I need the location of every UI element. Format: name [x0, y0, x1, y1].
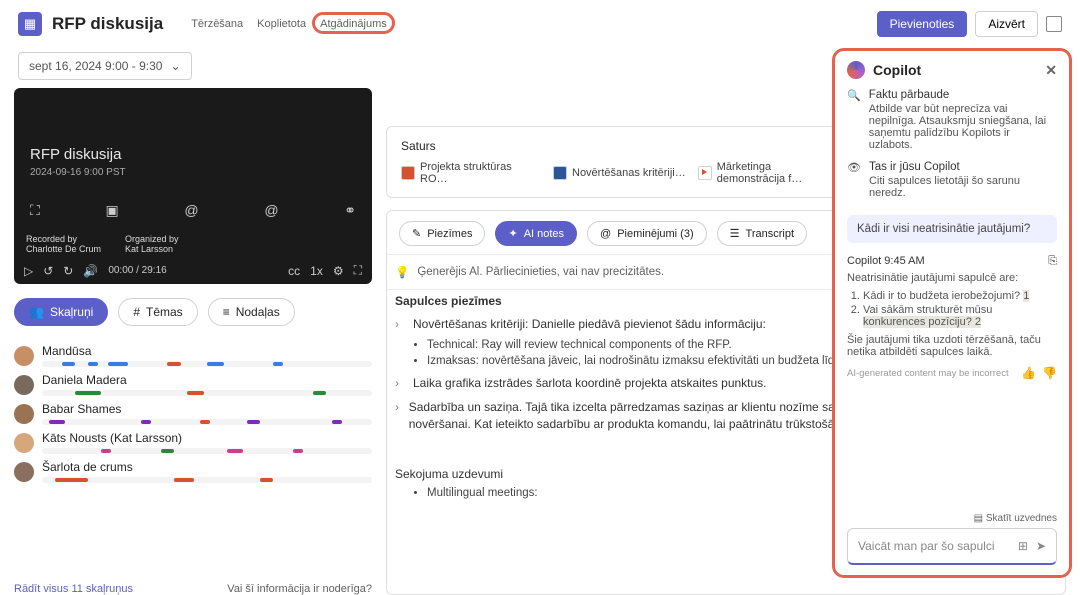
video-file-icon — [698, 166, 712, 180]
play-icon[interactable]: ▷ — [24, 264, 33, 278]
people-icon: ⚭ — [344, 202, 356, 219]
video-time: 00:00 / 29:16 — [108, 265, 166, 276]
tab-mentions[interactable]: @ Pieminējumi (3) — [587, 221, 707, 246]
join-button[interactable]: Pievienoties — [877, 11, 968, 37]
speaker-tabs: 👥Skaļruņi # Tēmas ≡ Nodaļas — [14, 298, 372, 326]
tab-ai-notes[interactable]: ✦ AI notes — [495, 221, 577, 246]
tab-speakers[interactable]: 👥Skaļruņi — [14, 298, 108, 326]
copilot-suggestion[interactable]: Kādi ir visi neatrisinātie jautājumi? — [847, 215, 1057, 243]
date-select[interactable]: sept 16, 2024 9:00 - 9:30 ⌄ — [18, 52, 192, 80]
video-marker-icon: ▣ — [106, 202, 119, 219]
avatar — [14, 375, 34, 395]
tab-chat[interactable]: Tērzēšana — [191, 18, 243, 30]
video-marker-icon: ⛶ — [30, 202, 40, 219]
avatar — [14, 404, 34, 424]
speaker-timeline — [42, 448, 372, 454]
speakers-list: Mandūsa Daniela Madera Babar Shames Kāts… — [14, 342, 372, 485]
volume-icon[interactable]: 🔊 — [83, 264, 98, 278]
speed-control[interactable]: 1x — [310, 264, 323, 278]
answer-item: Vai sākām strukturēt mūsu konkurences po… — [863, 304, 1057, 328]
speaker-timeline — [42, 477, 372, 483]
avatar — [14, 433, 34, 453]
reference-badge[interactable]: 1 — [1023, 290, 1029, 302]
close-icon[interactable]: ✕ — [1045, 62, 1057, 79]
file-item[interactable]: Mārketinga demonstrācija f… — [698, 161, 838, 185]
speaker-row[interactable]: Kāts Nousts (Kat Larsson) — [14, 429, 372, 456]
close-button[interactable]: Aizvērt — [975, 11, 1038, 37]
send-icon[interactable]: ➤ — [1036, 539, 1046, 553]
mention-icon: @ — [264, 202, 278, 219]
file-item[interactable]: Novērtēšanas kritēriji… — [553, 161, 686, 185]
date-value: sept 16, 2024 9:00 - 9:30 — [29, 59, 162, 73]
content-title: Saturs — [401, 139, 436, 153]
tab-topics[interactable]: # Tēmas — [118, 298, 197, 326]
copilot-placeholder: Vaicāt man par šo sapulci — [858, 539, 995, 553]
left-column: RFP diskusija 2024-09-16 9:00 PST ⛶ ▣ @ … — [14, 88, 372, 595]
reference-badge[interactable]: 2 — [975, 316, 981, 328]
organized-by-label: Organized by — [125, 234, 179, 244]
mention-icon: @ — [184, 202, 198, 219]
view-prompts-link[interactable]: ▤ Skatīt uzvednes — [847, 513, 1057, 524]
copilot-icon — [847, 61, 865, 79]
popout-icon[interactable] — [1046, 16, 1062, 32]
video-title: RFP diskusija — [30, 146, 362, 163]
organized-by-value: Kat Larsson — [125, 244, 179, 254]
speaker-row[interactable]: Babar Shames — [14, 400, 372, 427]
video-date: 2024-09-16 9:00 PST — [30, 167, 362, 178]
captions-icon[interactable]: cc — [288, 264, 300, 278]
people-icon: 👥 — [29, 305, 44, 319]
ai-disclaimer: AI-generated content may be incorrect — [847, 368, 1009, 379]
settings-icon[interactable]: ⚙ — [333, 264, 344, 278]
thumbs-down-icon[interactable]: 👎 — [1042, 366, 1057, 380]
feedback-link[interactable]: Vai šī informācija ir noderīga? — [227, 583, 372, 595]
file-item[interactable]: Projekta struktūras RO… — [401, 161, 541, 185]
tab-shared[interactable]: Koplietota — [257, 18, 306, 30]
tab-notes[interactable]: ✎ Piezīmes — [399, 221, 485, 246]
chevron-right-icon[interactable]: › — [395, 316, 405, 333]
chevron-down-icon: ⌄ — [170, 59, 180, 73]
speaker-timeline — [42, 419, 372, 425]
fullscreen-icon[interactable]: ⛶ — [354, 263, 362, 278]
avatar — [14, 462, 34, 482]
search-icon: 🔍 — [847, 89, 861, 151]
answer-item: Kādi ir to budžeta ierobežojumi? 1 — [863, 290, 1057, 302]
tab-chapters[interactable]: ≡ Nodaļas — [208, 298, 295, 326]
speaker-timeline — [42, 361, 372, 367]
copilot-timestamp: Copilot 9:45 AM — [847, 255, 925, 268]
copy-icon[interactable]: ⎘ — [1048, 255, 1057, 268]
show-all-speakers[interactable]: Rādīt visus 11 skaļruņus — [14, 583, 133, 595]
avatar — [14, 346, 34, 366]
copilot-panel: Copilot ✕ 🔍Faktu pārbaudeAtbilde var būt… — [832, 48, 1072, 578]
video-player[interactable]: RFP diskusija 2024-09-16 9:00 PST ⛶ ▣ @ … — [14, 88, 372, 284]
copilot-input[interactable]: Vaicāt man par šo sapulci ⊞ ➤ — [847, 528, 1057, 565]
lightbulb-icon: 💡 — [395, 265, 409, 279]
word-icon — [553, 166, 567, 180]
copilot-response: Copilot 9:45 AM⎘ Neatrisinātie jautājumi… — [847, 255, 1057, 380]
eye-icon: 👁 — [847, 161, 861, 199]
tab-recap[interactable]: Atgādinājums — [320, 18, 387, 30]
grid-icon[interactable]: ⊞ — [1018, 539, 1028, 553]
copilot-title: Copilot — [873, 62, 921, 78]
header: ▦ RFP diskusija Tērzēšana Koplietota Atg… — [0, 0, 1080, 48]
recorded-by-label: Recorded by — [26, 234, 101, 244]
page-title: RFP diskusija — [52, 14, 163, 34]
speaker-row[interactable]: Mandūsa — [14, 342, 372, 369]
thumbs-up-icon[interactable]: 👍 — [1021, 366, 1036, 380]
powerpoint-icon — [401, 166, 415, 180]
chevron-right-icon[interactable]: › — [395, 375, 405, 392]
forward-icon[interactable]: ↻ — [63, 264, 73, 278]
chevron-right-icon[interactable]: › — [395, 399, 401, 434]
speaker-row[interactable]: Daniela Madera — [14, 371, 372, 398]
tab-transcript[interactable]: ☰ Transcript — [717, 221, 807, 246]
rewind-icon[interactable]: ↺ — [43, 264, 53, 278]
speaker-timeline — [42, 390, 372, 396]
speaker-row[interactable]: Šarlota de crums — [14, 458, 372, 485]
header-tabs: Tērzēšana Koplietota Atgādinājums — [191, 18, 387, 30]
recorded-by-value: Charlotte De Crum — [26, 244, 101, 254]
calendar-app-icon: ▦ — [18, 12, 42, 36]
